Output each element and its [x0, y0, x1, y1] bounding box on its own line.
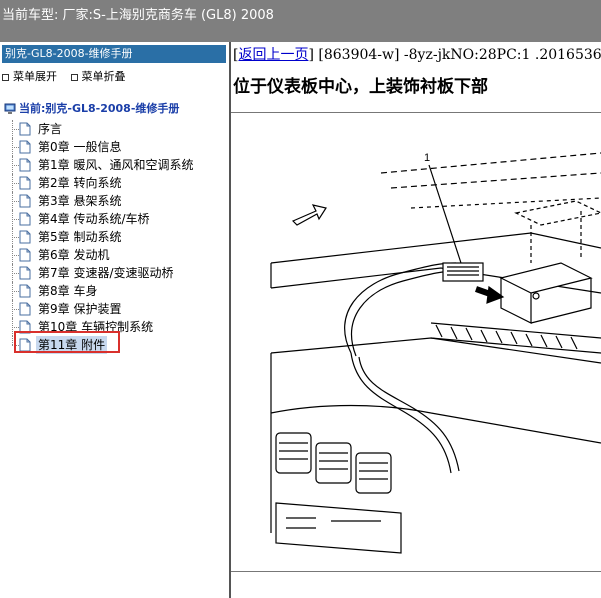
tree-item-label: 第7章 变速器/变速驱动桥	[38, 266, 174, 280]
expand-square-icon	[2, 73, 9, 81]
chapter-tree: 序言第0章 一般信息第1章 暖风、通风和空调系统 第2章 转向系统 第3章 悬架系统…	[8, 120, 228, 354]
back-link[interactable]: 返回上一页	[238, 47, 308, 63]
tree-item[interactable]: 第3章 悬架系统	[8, 192, 228, 210]
tree-item-label: 第5章 制动系统	[38, 230, 122, 244]
doc-nav: [返回上一页] [863904-w] -8yz-jkNO:28PC:1 .201…	[233, 47, 601, 63]
tree-item[interactable]: 第2章 转向系统	[8, 174, 228, 192]
diagram-figure: 1	[231, 112, 601, 572]
document-icon	[19, 212, 31, 226]
document-icon	[19, 158, 31, 172]
tree-item[interactable]: 第7章 变速器/变速驱动桥	[8, 264, 228, 282]
tree-connector-h	[12, 327, 19, 328]
tree-item-label: 第3章 悬架系统	[38, 194, 122, 208]
tree-item[interactable]: 第8章 车身	[8, 282, 228, 300]
tree-item-label: 第9章 保护装置	[38, 302, 122, 316]
tree-connector-h	[12, 201, 19, 202]
document-icon	[19, 176, 31, 190]
expand-menu-button[interactable]: 菜单展开	[2, 70, 57, 83]
selection-highlight-box	[14, 331, 120, 353]
collapse-menu-button[interactable]: 菜单折叠	[70, 70, 126, 83]
tree-item-label: 第8章 车身	[38, 284, 98, 298]
tree-item[interactable]: 第1章 暖风、通风和空调系统	[8, 156, 228, 174]
tree-connector-h	[12, 219, 19, 220]
tree-item[interactable]: 序言	[8, 120, 228, 138]
document-icon	[19, 230, 31, 244]
manual-title-header: 别克-GL8-2008-维修手册	[2, 45, 226, 63]
document-icon	[19, 194, 31, 208]
page-heading: 位于仪表板中心，上装饰衬板下部	[233, 77, 488, 97]
tree-connector-h	[12, 147, 19, 148]
current-manual-label: 当前:别克-GL8-2008-维修手册	[19, 102, 180, 115]
expand-menu-label: 菜单展开	[13, 70, 57, 83]
collapse-square-icon	[70, 73, 78, 81]
tree-item-label: 第6章 发动机	[38, 248, 110, 262]
instrument-panel-diagram: 1	[270, 152, 601, 554]
tree-item-label: 第2章 转向系统	[38, 176, 122, 190]
collapse-menu-label: 菜单折叠	[81, 70, 126, 83]
tree-connector-h	[12, 129, 19, 130]
tree-connector-h	[12, 291, 19, 292]
tree-connector-h	[12, 309, 19, 310]
tree-connector-h	[12, 165, 19, 166]
tree-item[interactable]: 第0章 一般信息	[8, 138, 228, 156]
top-bar: 当前车型: 厂家:S-上海别克商务车 (GL8) 2008	[0, 0, 601, 42]
tree-item-label: 第0章 一般信息	[38, 140, 122, 154]
current-manual-node[interactable]: 当前:别克-GL8-2008-维修手册	[4, 100, 179, 116]
tree-connector-h	[12, 255, 19, 256]
doc-code: [863904-w] -8yz-jkNO:28PC:1 .2016536	[318, 47, 601, 63]
tree-connector-h	[12, 273, 19, 274]
tree-connector-h	[12, 237, 19, 238]
tree-item-label: 第4章 传动系统/车桥	[38, 212, 150, 226]
vehicle-info-text: 当前车型: 厂家:S-上海别克商务车 (GL8) 2008	[2, 8, 274, 23]
tree-connector-h	[12, 183, 19, 184]
menu-ops: 菜单展开 菜单折叠	[2, 68, 136, 84]
document-icon	[19, 284, 31, 298]
tree-item[interactable]: 第5章 制动系统	[8, 228, 228, 246]
tree-item[interactable]: 第6章 发动机	[8, 246, 228, 264]
document-icon	[19, 140, 31, 154]
tree-item-label: 第1章 暖风、通风和空调系统	[38, 158, 194, 172]
content-panel: [返回上一页] [863904-w] -8yz-jkNO:28PC:1 .201…	[231, 42, 601, 598]
document-icon	[19, 302, 31, 316]
document-icon	[19, 248, 31, 262]
tree-item[interactable]: 第9章 保护装置	[8, 300, 228, 318]
left-panel: 别克-GL8-2008-维修手册 菜单展开 菜单折叠 当前:别克-GL8-200…	[0, 42, 229, 598]
computer-icon	[4, 103, 16, 114]
document-icon	[19, 122, 31, 136]
figure-callout-number: 1	[424, 152, 430, 164]
tree-item-label: 序言	[38, 122, 63, 136]
tree-item[interactable]: 第4章 传动系统/车桥	[8, 210, 228, 228]
document-icon	[19, 266, 31, 280]
